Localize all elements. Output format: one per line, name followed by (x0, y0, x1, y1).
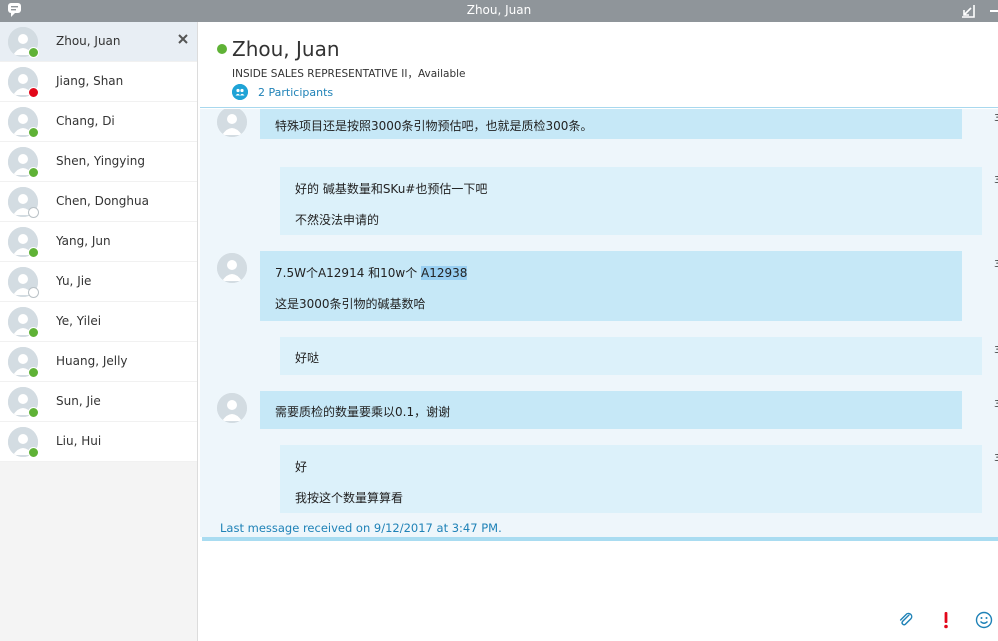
contact-name: Yang, Jun (56, 234, 111, 248)
presence-available-icon (28, 247, 39, 258)
presence-offline-icon (28, 207, 39, 218)
outgoing-message[interactable]: 好的 碱基数量和SKu#也预估一下吧 不然没法申请的 (280, 167, 982, 235)
message-text: 好的 碱基数量和SKu#也预估一下吧 (295, 182, 488, 196)
message-composer (200, 541, 998, 641)
message-timestamp: 3 (994, 399, 998, 410)
last-message-status: Last message received on 9/12/2017 at 3:… (220, 521, 502, 535)
close-icon[interactable] (177, 33, 189, 45)
conversation-header: Zhou, Juan INSIDE SALES REPRESENTATIVE I… (200, 22, 998, 108)
message-text: 特殊项目还是按照3000条引物预估吧，也就是质检300条。 (275, 119, 593, 133)
selected-text: A12938 (421, 266, 468, 280)
emoticon-icon[interactable] (975, 611, 993, 629)
important-icon[interactable] (937, 611, 955, 629)
minimize-button[interactable] (990, 10, 998, 12)
presence-busy-icon (28, 87, 39, 98)
message-text: 好 (295, 460, 308, 474)
message-text: 需要质检的数量要乘以0.1，谢谢 (275, 405, 451, 419)
message-text: 不然没法申请的 (295, 213, 380, 227)
presence-available-icon (28, 167, 39, 178)
presence-available-icon (28, 327, 39, 338)
contact-item[interactable]: Chen, Donghua (0, 182, 197, 222)
message-input[interactable] (200, 541, 890, 641)
paperclip-icon[interactable] (897, 611, 915, 629)
contact-item[interactable]: Ye, Yilei (0, 302, 197, 342)
message-text: 我按这个数量算算看 (295, 491, 404, 505)
message-text: 7.5W个A12914 和10w个 A12938 (275, 266, 468, 280)
avatar (217, 393, 247, 423)
presence-offline-icon (28, 287, 39, 298)
contact-name-heading: Zhou, Juan (232, 37, 340, 61)
contact-list: Zhou, Juan Jiang, Shan Chang, Di Shen, Ying… (0, 22, 197, 462)
contact-item[interactable]: Jiang, Shan (0, 62, 197, 102)
window-title: Zhou, Juan (466, 3, 532, 17)
contact-sidebar: Zhou, Juan Jiang, Shan Chang, Di Shen, Ying… (0, 22, 198, 641)
outgoing-message[interactable]: 好哒 (280, 337, 982, 375)
contact-name: Ye, Yilei (56, 314, 102, 328)
contact-item[interactable]: Liu, Hui (0, 422, 197, 462)
presence-available-icon (28, 47, 39, 58)
contact-name: Chang, Di (56, 114, 115, 128)
message-timestamp: 3 (994, 345, 998, 356)
presence-available-icon (28, 407, 39, 418)
contact-item[interactable]: Sun, Jie (0, 382, 197, 422)
conversation-pane: Zhou, Juan INSIDE SALES REPRESENTATIVE I… (200, 22, 998, 641)
contact-name: Chen, Donghua (56, 194, 149, 208)
contact-title-status: INSIDE SALES REPRESENTATIVE II，Available (232, 68, 466, 80)
message-text: 这是3000条引物的碱基数哈 (275, 297, 426, 311)
presence-available-icon (28, 127, 39, 138)
contact-name: Huang, Jelly (56, 354, 128, 368)
contact-item[interactable]: Huang, Jelly (0, 342, 197, 382)
contact-name: Shen, Yingying (56, 154, 145, 168)
outgoing-message[interactable]: 好我按这个数量算算看 (280, 445, 982, 513)
contact-name: Sun, Jie (56, 394, 101, 408)
contact-name: Yu, Jie (56, 274, 92, 288)
contact-item[interactable]: Zhou, Juan (0, 22, 197, 62)
contact-name: Liu, Hui (56, 434, 102, 448)
message-text: 好哒 (295, 351, 320, 365)
popout-icon[interactable] (960, 3, 976, 19)
contact-item[interactable]: Yu, Jie (0, 262, 197, 302)
participants-icon[interactable] (232, 84, 248, 100)
incoming-message[interactable]: 需要质检的数量要乘以0.1，谢谢 (260, 391, 962, 429)
presence-available-icon (28, 367, 39, 378)
avatar (217, 253, 247, 283)
avatar (217, 109, 247, 137)
message-timestamp: 3 (994, 113, 998, 124)
presence-available-icon (28, 447, 39, 458)
message-timestamp: 3 (994, 453, 998, 464)
contact-item[interactable]: Chang, Di (0, 102, 197, 142)
participants-link[interactable]: 2 Participants (258, 86, 333, 99)
message-timestamp: 3 (994, 175, 998, 186)
incoming-message[interactable]: 7.5W个A12914 和10w个 A12938 这是3000条引物的碱基数哈 (260, 251, 962, 321)
message-timestamp: 3 (994, 259, 998, 270)
title-bar: Zhou, Juan (0, 0, 998, 22)
incoming-message[interactable]: 特殊项目还是按照3000条引物预估吧，也就是质检300条。 (260, 109, 962, 139)
contact-item[interactable]: Shen, Yingying (0, 142, 197, 182)
contact-name: Jiang, Shan (56, 74, 124, 88)
message-history[interactable]: 特殊项目还是按照3000条引物预估吧，也就是质检300条。 3 好的 碱基数量和SK… (200, 109, 998, 537)
contact-item[interactable]: Yang, Jun (0, 222, 197, 262)
contact-name: Zhou, Juan (56, 34, 121, 48)
presence-available-icon (217, 44, 227, 54)
